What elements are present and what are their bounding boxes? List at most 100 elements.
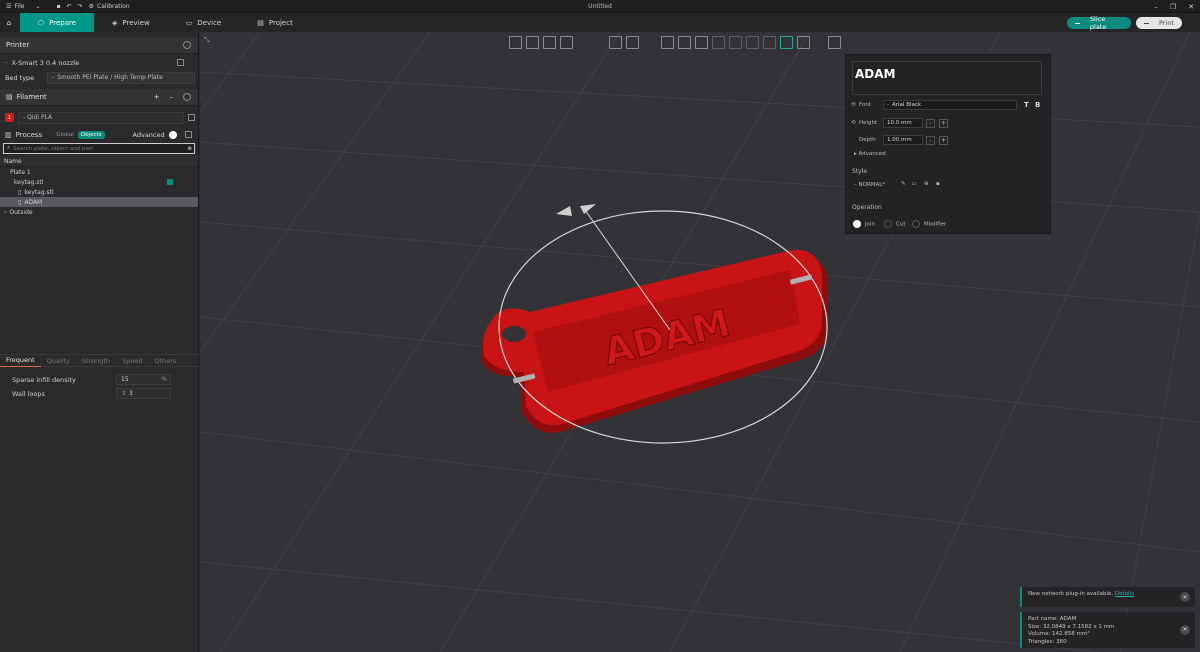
tab-device[interactable]: ▭ Device bbox=[168, 13, 240, 32]
plate-icon[interactable] bbox=[609, 36, 622, 49]
delete-style-icon[interactable]: ▪ bbox=[936, 181, 940, 187]
save-icon[interactable]: ▪ bbox=[56, 3, 60, 10]
reset-height-icon[interactable]: ⟲ bbox=[851, 120, 856, 126]
preset-icon[interactable] bbox=[184, 131, 192, 138]
operation-modifier-radio[interactable]: Modifier bbox=[912, 220, 946, 228]
edit-icon[interactable] bbox=[188, 114, 195, 121]
style-select[interactable]: – NORMAL* bbox=[854, 182, 885, 188]
print-button[interactable]: Print bbox=[1136, 17, 1182, 29]
plus-icon[interactable]: + bbox=[154, 93, 160, 101]
search-icon: ⌕ bbox=[7, 145, 11, 151]
tab-strength[interactable]: Strength bbox=[76, 354, 116, 367]
tab-quality[interactable]: Quality bbox=[41, 354, 76, 367]
restore-icon[interactable]: ❐ bbox=[1170, 3, 1176, 11]
redo-icon[interactable]: ↷ bbox=[78, 3, 83, 10]
tab-frequent[interactable]: Frequent bbox=[0, 354, 41, 367]
support-paint-icon[interactable] bbox=[746, 36, 759, 49]
seam-paint-icon[interactable] bbox=[763, 36, 776, 49]
search-placeholder: Search plate, object and part bbox=[13, 145, 94, 152]
italic-icon[interactable]: B bbox=[1035, 101, 1040, 109]
layout-icon[interactable] bbox=[560, 36, 573, 49]
tab-others[interactable]: Others bbox=[148, 354, 182, 367]
process-global-toggle[interactable]: Global bbox=[56, 132, 74, 138]
name-column-header[interactable]: Name bbox=[4, 158, 22, 165]
calibration-menu[interactable]: ⚙ Calibration bbox=[89, 3, 130, 10]
tab-project[interactable]: ▤ Project bbox=[239, 13, 311, 32]
height-decrease-button[interactable]: - bbox=[926, 119, 935, 128]
tree-item-object[interactable]: keytag.stl bbox=[0, 177, 198, 187]
operation-join-radio[interactable]: Join bbox=[853, 220, 875, 228]
depth-increase-button[interactable]: + bbox=[939, 136, 948, 145]
gizmo-arrow-left-icon[interactable] bbox=[556, 206, 572, 216]
tab-preview[interactable]: ◈ Preview bbox=[94, 13, 168, 32]
tree-item-outside[interactable]: › Outside bbox=[0, 207, 198, 217]
tree-item-plate[interactable]: Plate 1 bbox=[0, 167, 198, 177]
filament-select[interactable]: - Qidi PLA bbox=[18, 111, 184, 124]
advanced-label: Advanced bbox=[132, 130, 165, 139]
height-input[interactable]: 10.0 mm bbox=[883, 118, 923, 128]
lay-on-face-icon[interactable] bbox=[712, 36, 725, 49]
assembly-icon[interactable] bbox=[828, 36, 841, 49]
tree-item-part[interactable]: ▯ keytag.stl bbox=[0, 187, 198, 197]
tree-item-text-part[interactable]: ▯ ADAM bbox=[0, 197, 198, 207]
layers-toggle-icon[interactable] bbox=[626, 36, 639, 49]
tab-prepare[interactable]: ⬡ Prepare bbox=[20, 13, 95, 32]
close-icon[interactable]: ✕ bbox=[1180, 625, 1190, 635]
gear-icon[interactable] bbox=[183, 93, 191, 101]
height-increase-button[interactable]: + bbox=[939, 119, 948, 128]
filament-section-header[interactable]: ▤ Filament + – bbox=[0, 89, 198, 106]
tab-speed[interactable]: Speed bbox=[116, 354, 148, 367]
orient-icon[interactable] bbox=[543, 36, 556, 49]
operation-cut-radio[interactable]: Cut bbox=[884, 220, 905, 228]
arrange-grid-icon[interactable] bbox=[526, 36, 539, 49]
clear-icon[interactable]: ⊗ bbox=[187, 146, 192, 152]
file-menu[interactable]: ☰ File ⌄ bbox=[6, 3, 40, 10]
slice-label: Slice plate bbox=[1089, 15, 1107, 31]
move-icon[interactable] bbox=[661, 36, 674, 49]
rename-style-icon[interactable]: ✎ bbox=[901, 181, 906, 187]
modifier-label: Modifier bbox=[924, 221, 947, 228]
object-search-input[interactable]: ⌕ Search plate, object and part ⊗ bbox=[3, 143, 195, 154]
save-style-icon[interactable]: ▫ bbox=[912, 181, 916, 187]
rotate-icon[interactable] bbox=[678, 36, 691, 49]
checkbox-checked-icon[interactable] bbox=[167, 179, 173, 185]
minimize-icon[interactable]: – bbox=[1154, 3, 1158, 11]
close-icon[interactable]: ✕ bbox=[1180, 592, 1190, 602]
close-icon[interactable]: ✕ bbox=[1188, 3, 1194, 11]
gear-icon[interactable] bbox=[183, 41, 191, 49]
part-volume-text: Volume: 142.858 mm³ bbox=[1028, 631, 1090, 637]
depth-decrease-button[interactable]: - bbox=[926, 136, 935, 145]
measure-icon[interactable] bbox=[797, 36, 810, 49]
text-tool-icon[interactable] bbox=[780, 36, 793, 49]
printer-section-header[interactable]: Printer bbox=[0, 37, 198, 54]
slice-plate-button[interactable]: Slice plate bbox=[1067, 15, 1131, 31]
plugin-details-link[interactable]: Details bbox=[1115, 591, 1134, 597]
reset-font-icon[interactable]: ⟲ bbox=[851, 102, 856, 108]
cut-icon[interactable] bbox=[729, 36, 742, 49]
edit-icon[interactable] bbox=[177, 59, 184, 66]
bold-icon[interactable]: T bbox=[1024, 101, 1029, 109]
undo-icon[interactable]: ↶ bbox=[67, 3, 72, 10]
wall-loops-stepper[interactable]: ⇕ 3 bbox=[116, 388, 171, 399]
add-style-icon[interactable]: ⊕ bbox=[924, 181, 929, 187]
collapse-sidebar-icon[interactable]: ⤡ bbox=[204, 36, 210, 45]
stepper-icon[interactable]: ⇕ bbox=[121, 390, 126, 397]
bed-type-select[interactable]: - Smooth PEI Plate / High Temp Plate bbox=[47, 71, 195, 84]
scale-icon[interactable] bbox=[695, 36, 708, 49]
depth-input[interactable]: 1.00 mm bbox=[883, 135, 923, 145]
process-objects-toggle[interactable]: Objects bbox=[77, 130, 105, 139]
gizmo-arrow-right-icon[interactable] bbox=[580, 204, 596, 214]
filament-name: Qidi PLA bbox=[27, 114, 53, 121]
home-icon[interactable]: ⌂ bbox=[0, 13, 18, 32]
add-cube-icon[interactable] bbox=[509, 36, 522, 49]
printer-select-row[interactable]: - X-Smart 3 0.4 nozzle bbox=[0, 55, 198, 70]
filament-row[interactable]: 1 - Qidi PLA bbox=[0, 110, 198, 125]
advanced-expander[interactable]: ▸ Advanced bbox=[854, 151, 886, 157]
wall-loops-label: Wall loops bbox=[12, 390, 45, 398]
font-select[interactable]: - Arial Black bbox=[883, 100, 1017, 110]
sparse-infill-density-input[interactable]: 15 % bbox=[116, 374, 171, 385]
advanced-toggle[interactable] bbox=[168, 130, 177, 139]
text-input[interactable]: ADAM bbox=[852, 61, 1042, 95]
filament-color-swatch[interactable]: 1 bbox=[5, 113, 14, 122]
minus-icon[interactable]: – bbox=[170, 93, 174, 101]
